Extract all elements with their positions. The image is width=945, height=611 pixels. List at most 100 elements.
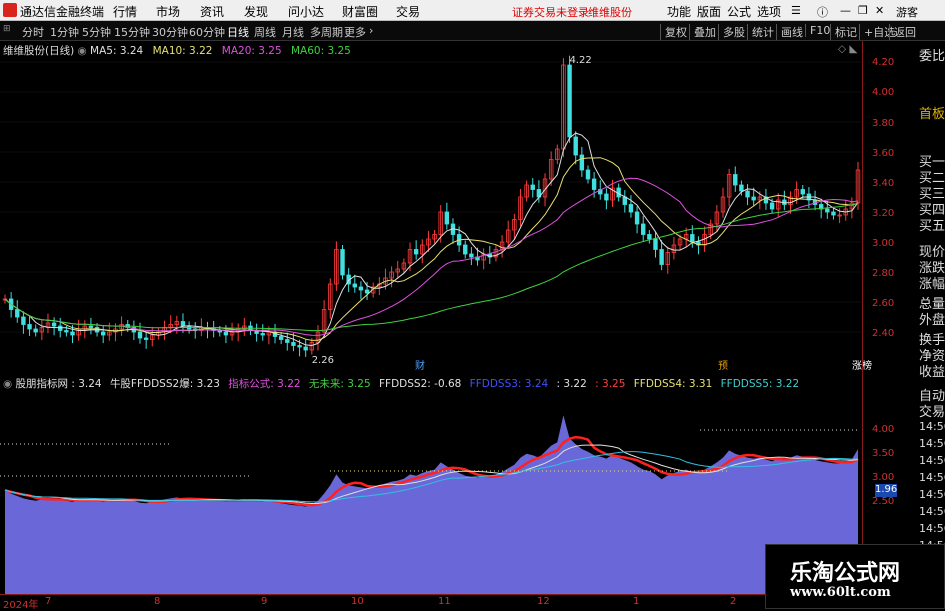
adjust-button[interactable]: 复权	[660, 24, 687, 40]
sub-legend-item: : 3.22	[556, 378, 587, 390]
menu-item-formula[interactable]: 公式	[727, 3, 751, 20]
candle-body	[604, 193, 609, 201]
period-toolbar: ⊞ 分时 1分钟 5分钟 15分钟 30分钟 60分钟 日线 周线 月线 多周期…	[0, 21, 945, 41]
mark-button[interactable]: 标记	[830, 24, 857, 40]
settings-icon[interactable]: ◉	[78, 45, 91, 57]
menu-item[interactable]: 问小达	[288, 3, 324, 20]
date-label: 11	[438, 596, 451, 607]
ma10-value: MA10: 3.22	[152, 45, 213, 57]
candle-body	[364, 289, 370, 294]
candle-body	[444, 211, 450, 225]
period-tab[interactable]: 分时	[22, 24, 44, 40]
indicator-area	[5, 415, 858, 594]
date-label: 7	[45, 596, 52, 607]
ma20-value: MA20: 3.25	[221, 45, 282, 57]
price-tick: 3.00	[872, 238, 895, 249]
multi-stock-button[interactable]: 多股	[718, 24, 745, 40]
candle-body	[585, 169, 591, 180]
price-tick: 3.60	[872, 148, 895, 159]
quote-field: 委比	[919, 49, 945, 64]
candle-body	[15, 309, 20, 318]
stats-button[interactable]: 统计	[747, 24, 774, 40]
expand-icon[interactable]: ⊞	[3, 24, 11, 34]
period-tab[interactable]: 1分钟	[50, 24, 79, 40]
candle-body	[51, 322, 57, 327]
f10-button[interactable]: F10	[805, 24, 830, 37]
menu-item[interactable]: 发现	[244, 3, 268, 20]
candle-body	[634, 211, 640, 225]
tick-time: 14:56	[919, 437, 945, 450]
period-tab[interactable]: 30分钟	[152, 24, 188, 40]
guest-label[interactable]: 游客	[896, 4, 918, 20]
menu-item-function[interactable]: 功能	[667, 3, 691, 20]
candle-body	[800, 189, 805, 195]
candle-body	[831, 211, 836, 216]
price-tick: 3.80	[872, 118, 895, 129]
info-icon[interactable]: ⓘ	[817, 4, 828, 20]
collapse-icon[interactable]: ◇ ◣	[838, 43, 858, 55]
close-icon[interactable]: ✕	[875, 4, 884, 17]
date-label: 9	[261, 596, 268, 607]
menu-item[interactable]: 行情	[113, 3, 137, 20]
price-tick: 4.20	[872, 57, 895, 68]
candle-body	[690, 234, 695, 243]
menu-item[interactable]: 交易	[396, 3, 420, 20]
ma-line	[4, 157, 859, 341]
menu-bar: 通达信金融终端 行情 市场 资讯 发现 问小达 财富圈 交易 证券交易未登录 维…	[0, 0, 945, 21]
login-warning[interactable]: 证券交易未登录	[512, 4, 589, 20]
candle-body	[303, 346, 308, 351]
price-tick: 2.80	[872, 268, 895, 279]
more-tab[interactable]: 更多	[344, 24, 366, 40]
price-tick: 4.00	[872, 87, 895, 98]
indicator-tick: 2.50	[872, 496, 895, 507]
period-tab[interactable]: 周线	[254, 24, 276, 40]
candle-body	[591, 178, 597, 190]
tick-time: 14:56	[919, 471, 945, 484]
price-chart[interactable]: 4.222.26财预涨榜	[0, 41, 890, 374]
candle-body	[622, 196, 628, 205]
settings-icon[interactable]: ◉	[3, 378, 16, 390]
ma-line	[4, 202, 859, 332]
restore-icon[interactable]: ❐	[858, 4, 868, 17]
app-title: 通达信金融终端	[20, 5, 105, 19]
period-tab[interactable]: 月线	[282, 24, 304, 40]
period-tab[interactable]: 60分钟	[189, 24, 225, 40]
candle-body	[285, 339, 290, 343]
menu-item-options[interactable]: 选项	[757, 3, 781, 20]
quote-field: 涨幅	[919, 277, 945, 292]
period-tab-active[interactable]: 日线	[227, 24, 249, 40]
period-tab[interactable]: 5分钟	[82, 24, 111, 40]
ma-line	[4, 177, 859, 336]
tick-time: 14:56	[919, 420, 945, 433]
menu-item-layout[interactable]: 版面	[697, 3, 721, 20]
quote-side-panel: 委比 首板 买一 买二 买三 买四 买五 现价 涨跌 涨幅 总量 外盘 换手 净…	[917, 41, 945, 609]
price-tick: 2.40	[872, 328, 895, 339]
candle-body	[33, 328, 38, 333]
hamburger-icon[interactable]: ☰	[791, 4, 801, 17]
menu-item[interactable]: 资讯	[200, 3, 224, 20]
candle-body	[573, 136, 578, 156]
sub-legend: ◉ 股朋指标网 : 3.24 牛股FFDDSS2爆: 3.23 指标公式: 3.…	[3, 376, 804, 391]
candle-body	[530, 184, 535, 190]
minimize-icon[interactable]: —	[840, 4, 851, 17]
date-label: 8	[154, 596, 161, 607]
period-tab[interactable]: 多周期	[310, 24, 343, 40]
menu-item[interactable]: 财富圈	[342, 3, 378, 20]
overlay-button[interactable]: 叠加	[689, 24, 716, 40]
candle-body	[278, 336, 284, 340]
indicator-chart[interactable]	[0, 374, 890, 594]
candle-body	[223, 331, 229, 336]
candle-body	[739, 184, 744, 192]
stock-name-title: 维维股份	[588, 6, 632, 19]
low-price-label: 2.26	[312, 355, 334, 366]
menu-item[interactable]: 市场	[156, 3, 180, 20]
period-tab[interactable]: 15分钟	[114, 24, 150, 40]
trade-label[interactable]: 交易	[919, 401, 945, 420]
event-marker: 预	[718, 360, 728, 372]
candle-body	[64, 330, 69, 333]
draw-line-button[interactable]: 画线	[776, 24, 803, 40]
watermark-title: 乐淘公式网	[790, 560, 901, 586]
chevron-right-icon[interactable]: ›	[369, 24, 373, 37]
back-button[interactable]: 返回	[889, 24, 916, 40]
candle-body	[653, 238, 658, 250]
